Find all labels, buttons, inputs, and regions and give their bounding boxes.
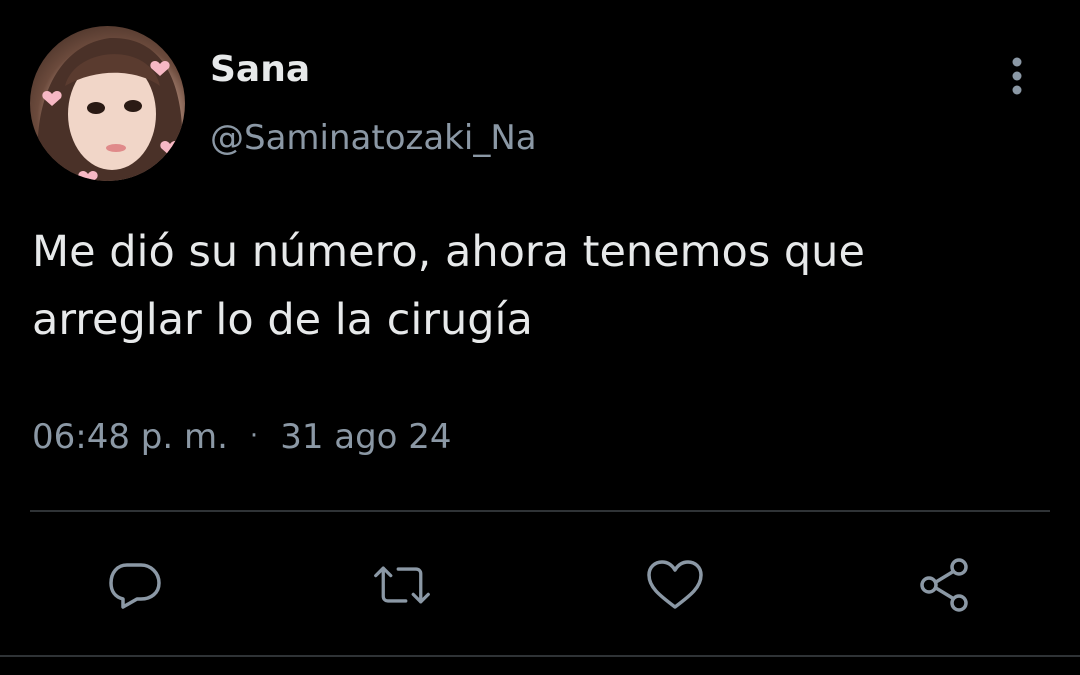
avatar-image: [37, 37, 183, 181]
heart-icon: [647, 560, 703, 609]
more-vertical-icon: [1012, 57, 1022, 95]
tweet-text: Me dió su número, ahora tenemos que arre…: [32, 227, 865, 345]
like-button[interactable]: [645, 555, 705, 615]
tweet-card: Sana @Saminatozaki_Na Me dió su número, …: [0, 0, 1080, 675]
reply-icon: [109, 563, 161, 609]
more-options-button[interactable]: [1002, 52, 1032, 100]
meta-separator: ·: [249, 421, 259, 451]
retweet-icon: [374, 566, 430, 604]
reply-button[interactable]: [105, 555, 165, 615]
divider-bottom: [0, 655, 1080, 657]
share-icon: [920, 558, 968, 612]
avatar[interactable]: [30, 26, 185, 181]
retweet-button[interactable]: [372, 555, 432, 615]
author-handle[interactable]: @Saminatozaki_Na: [210, 116, 537, 160]
share-button[interactable]: [915, 555, 975, 615]
tweet-time[interactable]: 06:48 p. m.: [32, 417, 228, 457]
tweet-meta: 06:48 p. m. · 31 ago 24: [32, 414, 452, 459]
author-name[interactable]: Sana: [210, 48, 310, 92]
divider: [30, 510, 1050, 512]
tweet-date[interactable]: 31 ago 24: [280, 417, 451, 457]
